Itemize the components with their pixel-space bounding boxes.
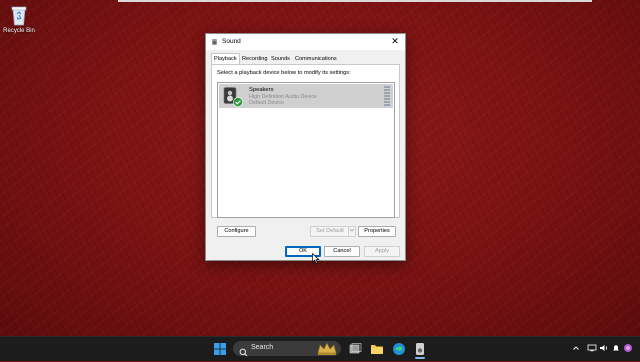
tab-recording[interactable]: Recording: [240, 54, 270, 64]
device-item-speakers[interactable]: Speakers High Definition Audio Device De…: [219, 84, 393, 108]
taskbar: Search: [0, 336, 640, 361]
copilot-icon[interactable]: [623, 343, 633, 355]
tab-sounds[interactable]: Sounds: [269, 54, 292, 64]
chevron-down-icon: [349, 228, 355, 235]
top-window-edge: [118, 0, 592, 2]
apply-button[interactable]: Apply: [364, 246, 400, 257]
default-checkmark-icon: [233, 97, 243, 107]
widgets-icon[interactable]: [316, 342, 338, 356]
sound-app-icon: [211, 38, 219, 48]
recycle-bin-shortcut[interactable]: Recycle Bin: [2, 4, 36, 34]
file-explorer-icon[interactable]: [370, 342, 384, 356]
device-list[interactable]: Speakers High Definition Audio Device De…: [217, 82, 395, 218]
edge-icon[interactable]: [392, 342, 406, 356]
sound-dialog: Sound ✕ Playback Recording Sounds Commun…: [205, 33, 406, 261]
close-button[interactable]: ✕: [389, 35, 401, 48]
recycle-bin-label: Recycle Bin: [3, 28, 35, 34]
sound-app-taskbar-icon[interactable]: [413, 342, 427, 359]
set-default-dropdown-button[interactable]: [348, 226, 356, 237]
device-name: Speakers: [249, 87, 274, 93]
instruction-text: Select a playback device below to modify…: [217, 70, 351, 76]
windows-start-icon[interactable]: [213, 342, 227, 356]
notifications-icon[interactable]: [612, 344, 620, 354]
dialog-titlebar[interactable]: Sound ✕: [206, 34, 405, 50]
configure-button[interactable]: Configure: [217, 226, 256, 237]
chevron-up-icon[interactable]: [572, 344, 580, 354]
playback-panel: Select a playback device below to modify…: [211, 64, 400, 218]
mouse-pointer-icon: [312, 251, 320, 264]
cancel-button[interactable]: Cancel: [324, 246, 360, 257]
dialog-title: Sound: [222, 38, 241, 45]
task-view-icon[interactable]: [348, 342, 362, 356]
network-icon[interactable]: [587, 344, 597, 354]
recycle-bin-icon: [9, 4, 29, 26]
volume-icon[interactable]: [599, 344, 609, 354]
set-default-button[interactable]: Set Default: [310, 226, 350, 237]
properties-button[interactable]: Properties: [358, 226, 396, 237]
active-app-indicator: [415, 357, 425, 359]
tab-communications[interactable]: Communications: [293, 54, 339, 64]
volume-level-meter: [384, 86, 390, 106]
device-status: Default Device: [249, 100, 285, 106]
search-label: Search: [251, 344, 274, 351]
search-icon: [239, 344, 248, 362]
